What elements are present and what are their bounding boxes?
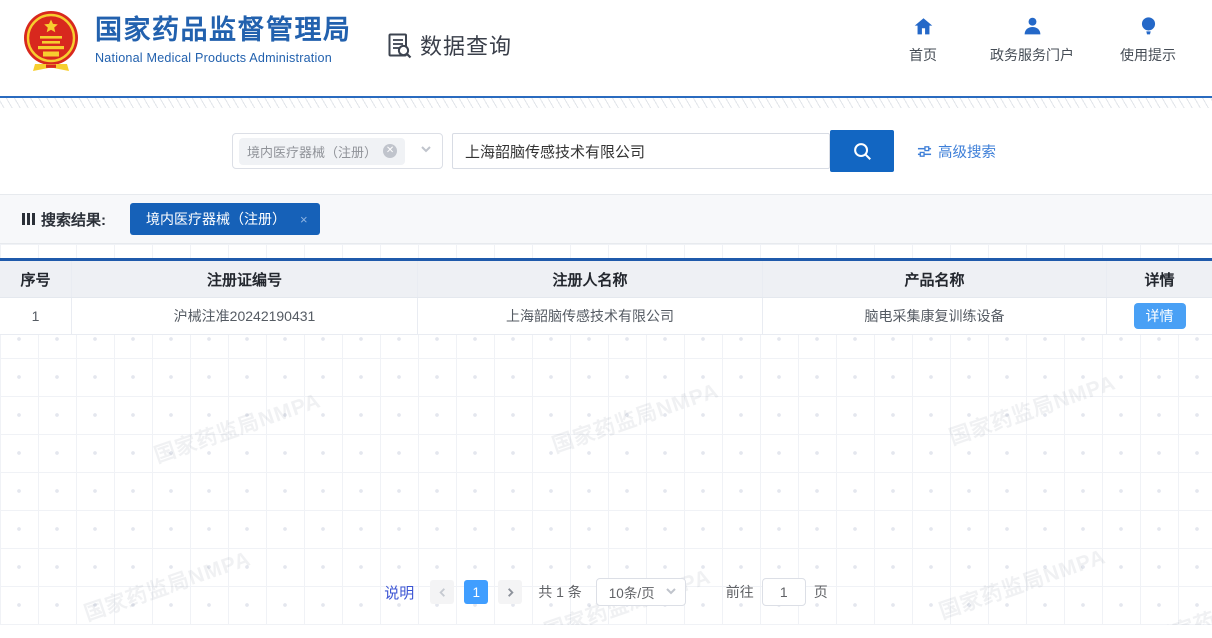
category-tag-close-icon[interactable]: ✕ [383,144,397,158]
results-filter-tag[interactable]: 境内医疗器械（注册） × [130,203,320,235]
next-page-button[interactable] [498,580,522,604]
goto-label: 前往 [726,582,754,602]
page-size-select[interactable]: 10条/页 [596,578,686,606]
pagination: 说明 1 共 1 条 10条/页 前往 页 [0,578,1212,606]
results-label-text: 搜索结果: [41,209,106,230]
header-cell-product: 产品名称 [763,261,1107,297]
results-table: 序号 注册证编号 注册人名称 产品名称 详情 1 沪械注准20242190431… [0,258,1212,335]
grid-icon [22,212,36,226]
nav-item-tips[interactable]: 使用提示 [1120,16,1176,65]
current-page-button[interactable]: 1 [464,580,488,604]
nav-item-portal[interactable]: 政务服务门户 [990,16,1074,65]
results-label: 搜索结果: [22,209,106,230]
filter-tag-close-icon[interactable]: × [300,212,308,227]
watermark-text: 国家药监局NMPA [548,374,723,459]
home-icon [913,16,934,37]
page: 国家药品监督管理局 National Medical Products Admi… [0,0,1212,638]
goto-unit-label: 页 [814,582,828,602]
chevron-down-icon [420,142,432,160]
user-icon [1022,16,1043,37]
goto-page-input[interactable] [762,578,806,606]
table-header-row: 序号 注册证编号 注册人名称 产品名称 详情 [0,261,1212,297]
nav-label-home: 首页 [909,45,937,65]
nav-item-home[interactable]: 首页 [902,16,944,65]
lightbulb-icon [1138,16,1159,37]
results-filter-tag-label: 境内医疗器械（注册） [146,209,286,229]
chevron-down-icon [665,585,677,600]
app-title-text: 数据查询 [420,29,512,61]
sliders-icon [917,144,932,159]
cell-product: 脑电采集康复训练设备 [763,298,1107,334]
app-title: 数据查询 [385,29,512,61]
cell-registrant: 上海韶脑传感技术有限公司 [418,298,763,334]
top-nav: 首页 政务服务门户 使用提示 [902,16,1176,65]
advanced-search-link[interactable]: 高级搜索 [917,141,996,162]
results-area: 国家药监局NMPA 国家药监局NMPA 国家药监局NMPA 国家药监局NMPA … [0,244,1212,625]
data-query-icon [385,31,413,59]
search-row: 境内医疗器械（注册） ✕ [232,130,996,172]
results-bar: 搜索结果: 境内医疗器械（注册） × [0,194,1212,244]
org-name-cn: 国家药品监督管理局 [95,15,352,46]
prev-page-button[interactable] [430,580,454,604]
note-link[interactable]: 说明 [384,582,414,603]
cell-cert-no: 沪械注准20242190431 [72,298,418,334]
bottom-strip [0,625,1212,638]
goto-page-group: 前往 页 [726,578,828,606]
category-select-tag: 境内医疗器械（注册） ✕ [239,138,405,165]
search-input[interactable] [452,133,830,169]
watermark-text: 国家药监局NMPA [150,384,325,469]
search-icon [851,140,873,162]
search-button[interactable] [830,130,894,172]
total-count-label: 共 1 条 [538,582,582,602]
nav-label-portal: 政务服务门户 [990,45,1074,65]
table-row: 1 沪械注准20242190431 上海韶脑传感技术有限公司 脑电采集康复训练设… [0,297,1212,335]
cell-detail: 详情 [1107,298,1212,334]
page-size-value: 10条/页 [609,582,655,602]
header-cell-detail: 详情 [1107,261,1212,297]
header-cell-registrant: 注册人名称 [418,261,763,297]
header-cell-cert-no: 注册证编号 [72,261,418,297]
chevron-right-icon [505,587,516,598]
category-select[interactable]: 境内医疗器械（注册） ✕ [232,133,443,169]
category-select-tag-label: 境内医疗器械（注册） [247,142,377,161]
search-section: 境内医疗器械（注册） ✕ [0,108,1212,194]
org-titles: 国家药品监督管理局 National Medical Products Admi… [95,15,352,65]
detail-button[interactable]: 详情 [1134,303,1186,329]
nav-label-tips: 使用提示 [1120,45,1176,65]
cell-index: 1 [0,298,72,334]
national-emblem-logo [22,8,80,76]
header-cell-index: 序号 [0,261,72,297]
header-divider-hatch [0,98,1212,108]
org-name-en: National Medical Products Administration [95,51,352,65]
chevron-left-icon [437,587,448,598]
advanced-search-label: 高级搜索 [938,141,996,162]
watermark-text: 国家药监局NMPA [945,366,1120,451]
header: 国家药品监督管理局 National Medical Products Admi… [0,0,1212,96]
